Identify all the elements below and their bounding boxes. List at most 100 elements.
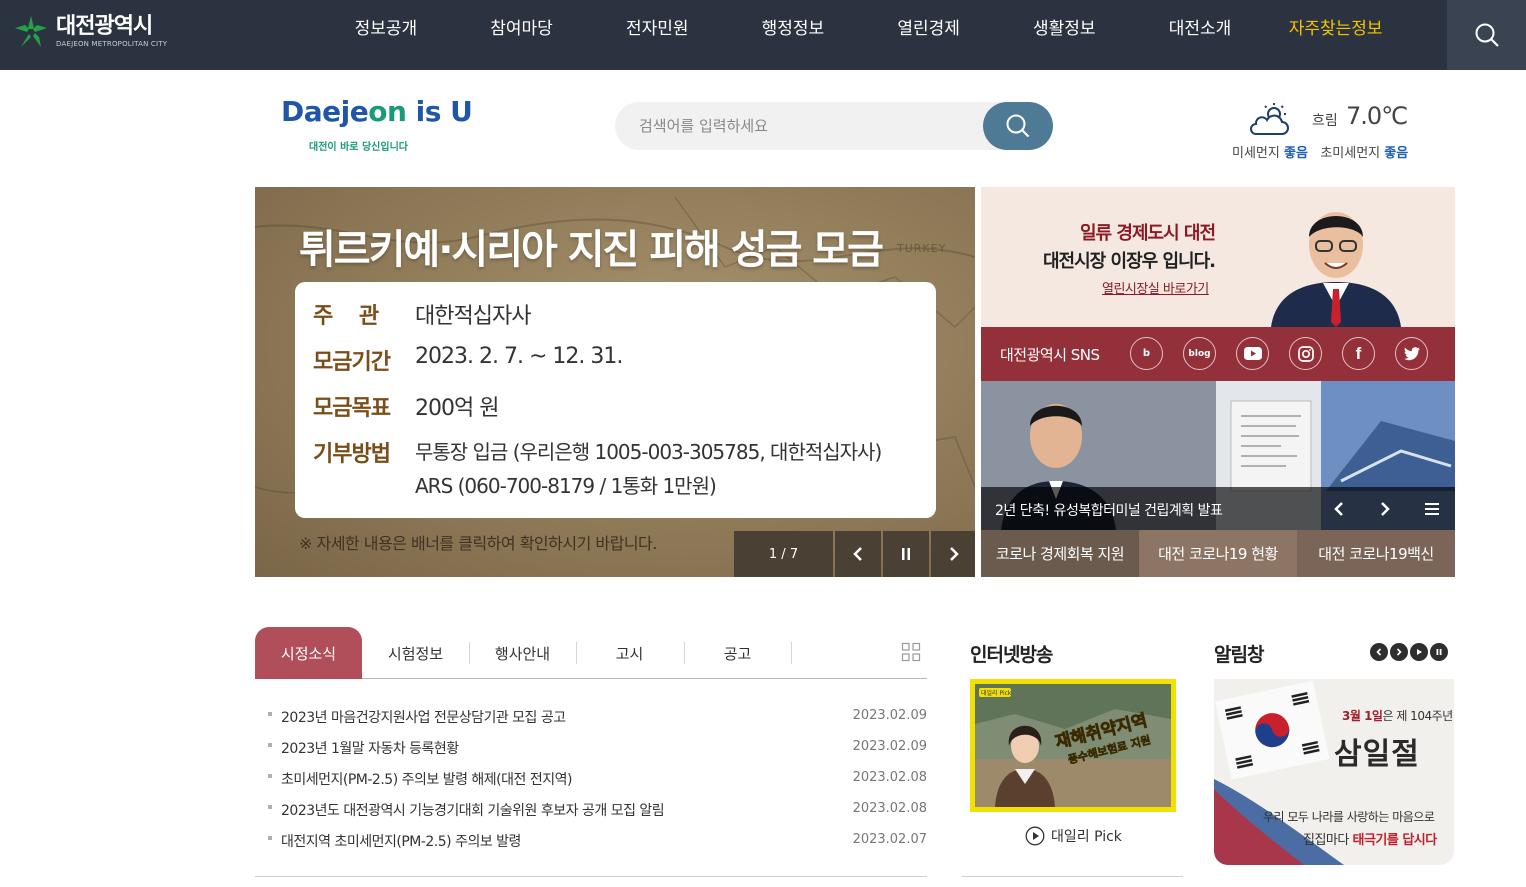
menu-e-civil-service[interactable]: 전자민원 <box>589 0 725 70</box>
top-search-button[interactable] <box>1447 0 1526 70</box>
search-button[interactable] <box>983 102 1053 150</box>
tab-public-notice[interactable]: 고시 <box>576 627 683 679</box>
mayor-greeting: 대전시장 이장우 입니다. <box>1043 251 1216 272</box>
tab-city-news[interactable]: 시정소식 <box>255 627 362 679</box>
alarm-play-button[interactable] <box>1410 643 1428 661</box>
pm25-value: 좋음 <box>1384 146 1409 161</box>
notice-title: 2023년도 대전광역시 기능경기대회 기술위원 후보자 공개 모집 알림 <box>281 803 665 819</box>
slogan-tagline: 대전이 바로 당신입니다 <box>309 142 408 153</box>
menu-participation[interactable]: 참여마당 <box>454 0 590 70</box>
pause-icon <box>902 548 910 560</box>
list-item[interactable]: 2023년 마음건강지원사업 전문상담기관 모집 공고 2023.02.09 <box>255 700 927 731</box>
divider <box>962 876 1183 877</box>
notice-tabs: 시정소식 시험정보 행사안내 고시 공고 <box>255 627 927 679</box>
alarm-card[interactable]: 3월 1일은 제 104주년 삼일절 우리 모두 나라를 사랑하는 마음으로 집… <box>1214 679 1454 865</box>
banner-next-button[interactable] <box>931 531 975 577</box>
menu-administration[interactable]: 행정정보 <box>725 0 861 70</box>
search-icon <box>1475 23 1499 47</box>
city-logo[interactable]: 대전광역시 DAEJEON METROPOLITAN CITY <box>14 12 167 52</box>
quick-link-covid-status[interactable]: 대전 코로나19 현황 <box>1139 530 1297 577</box>
tab-announcement[interactable]: 공고 <box>684 627 791 679</box>
youtube-icon[interactable] <box>1236 337 1269 370</box>
broadcast-section-title: 인터넷방송 <box>970 644 1053 666</box>
list-item[interactable]: 대전지역 초미세먼지(PM-2.5) 주의보 발령 2023.02.07 <box>255 824 927 855</box>
slogan-text: Daejeon is U <box>281 95 473 128</box>
news-caption-bar: 2년 단축! 유성복합터미널 건립계획 발표 <box>981 487 1455 530</box>
news-list-button[interactable] <box>1409 487 1455 530</box>
banner-counter: 1 / 7 <box>734 531 833 577</box>
broadcast-thumb-tag: 대일리 Pick <box>981 689 1012 697</box>
list-item[interactable]: 2023년 1월말 자동차 등록현황 2023.02.09 <box>255 731 927 762</box>
banner-prev-button[interactable] <box>835 531 881 577</box>
facebook-icon[interactable]: f <box>1342 337 1375 370</box>
alarm-headline: 삼일절 <box>1334 737 1420 772</box>
news-prev-button[interactable] <box>1316 487 1362 530</box>
menu-open-economy[interactable]: 열린경제 <box>861 0 997 70</box>
news-next-button[interactable] <box>1362 487 1408 530</box>
notice-list: 2023년 마음건강지원사업 전문상담기관 모집 공고 2023.02.09 2… <box>255 700 927 855</box>
search-input[interactable] <box>639 102 979 150</box>
instagram-icon[interactable] <box>1289 337 1322 370</box>
mayor-photo <box>1271 212 1401 327</box>
alarm-next-button[interactable] <box>1390 643 1408 661</box>
banner-map-label: TURKEY <box>897 242 947 255</box>
banner-title: 튀르키예·시리아 지진 피해 성금 모금 <box>299 227 884 273</box>
tab-exam-info[interactable]: 시험정보 <box>362 627 469 679</box>
brand-slogan[interactable]: Daejeon is U 대전이 바로 당신입니다 <box>281 95 473 158</box>
menu-about-daejeon[interactable]: 대전소개 <box>1132 0 1268 70</box>
quick-link-covid-vaccine[interactable]: 대전 코로나19백신 <box>1297 530 1455 577</box>
broadcast-caption[interactable]: 대일리 Pick <box>1025 826 1122 846</box>
alarm-controls <box>1370 643 1448 661</box>
menu-faq-info[interactable]: 자주찾는정보 <box>1268 0 1404 70</box>
city-name-english: DAEJEON METROPOLITAN CITY <box>56 40 168 48</box>
chevron-left-icon <box>1376 648 1382 656</box>
news-slider[interactable]: 2년 단축! 유성복합터미널 건립계획 발표 <box>981 381 1455 530</box>
more-grid-icon[interactable] <box>901 642 921 662</box>
pm10-value: 좋음 <box>1283 146 1308 161</box>
play-icon <box>1417 649 1422 655</box>
chevron-right-icon <box>1396 648 1402 656</box>
main-menu: 정보공개 참여마당 전자민원 행정정보 열린경제 생활정보 대전소개 자주찾는정… <box>318 0 1404 70</box>
quick-links: 코로나 경제회복 지원 대전 코로나19 현황 대전 코로나19백신 <box>981 530 1455 577</box>
main-banner[interactable]: 튀르키예·시리아 지진 피해 성금 모금 TURKEY 주 관 대한적십자사 모… <box>255 187 975 577</box>
alarm-line3: 우리 모두 나라를 사랑하는 마음으로 <box>1263 810 1435 824</box>
mayor-slogan: 일류 경제도시 대전 <box>1080 223 1216 244</box>
chevron-left-icon <box>1334 501 1343 516</box>
news-caption: 2년 단축! 유성복합터미널 건립계획 발표 <box>995 503 1223 519</box>
chevron-right-icon <box>950 547 959 561</box>
notice-title: 대전지역 초미세먼지(PM-2.5) 주의보 발령 <box>281 834 521 850</box>
quick-link-covid-economy[interactable]: 코로나 경제회복 지원 <box>981 530 1139 577</box>
b-icon[interactable]: b <box>1130 337 1163 370</box>
weather-temperature: 7.0℃ <box>1346 102 1408 130</box>
search-bar <box>615 102 1053 150</box>
alarm-pause-button[interactable] <box>1430 643 1448 661</box>
twitter-icon[interactable] <box>1395 337 1428 370</box>
notice-title: 초미세먼지(PM-2.5) 주의보 발령 해제(대전 전지역) <box>281 772 572 788</box>
broadcast-thumbnail[interactable]: 대일리 Pick 재해취약지역 풍수해보험료 지원 <box>970 679 1176 812</box>
menu-info-disclosure[interactable]: 정보공개 <box>318 0 454 70</box>
list-item[interactable]: 2023년도 대전광역시 기능경기대회 기술위원 후보자 공개 모집 알림 20… <box>255 793 927 824</box>
top-navigation-bar: 대전광역시 DAEJEON METROPOLITAN CITY 정보공개 참여마… <box>0 0 1526 70</box>
open-mayor-office-link[interactable]: 열린시장실 바로가기 <box>1102 278 1209 297</box>
tab-events[interactable]: 행사안내 <box>469 627 576 679</box>
sns-icons: b blog f <box>1130 337 1428 370</box>
alarm-line1: 3월 1일은 제 104주년 <box>1342 709 1453 723</box>
banner-info-card: 주 관 대한적십자사 모금기간 2023. 2. 7. ~ 12. 31. 모금… <box>295 282 936 518</box>
pm10-label: 미세먼지 <box>1232 146 1280 161</box>
alarm-prev-button[interactable] <box>1370 643 1388 661</box>
menu-living-info[interactable]: 생활정보 <box>996 0 1132 70</box>
banner-pause-button[interactable] <box>883 531 929 577</box>
air-quality: 미세먼지 좋음 초미세먼지 좋음 <box>1232 142 1408 161</box>
tab-divider <box>791 642 792 664</box>
mayor-box: 일류 경제도시 대전 대전시장 이장우 입니다. 열린시장실 바로가기 <box>981 187 1455 327</box>
city-emblem-icon <box>15 16 47 47</box>
weather-condition: 흐림 <box>1312 113 1338 129</box>
chevron-left-icon <box>853 547 862 561</box>
alarm-line4: 집집마다 태극기를 답시다 <box>1303 833 1437 848</box>
play-circle-icon <box>1025 826 1045 846</box>
blog-icon[interactable]: blog <box>1183 337 1216 370</box>
sns-bar: 대전광역시 SNS b blog f <box>981 327 1455 381</box>
sns-title: 대전광역시 SNS <box>1000 346 1100 364</box>
menu-icon <box>1425 502 1439 515</box>
list-item[interactable]: 초미세먼지(PM-2.5) 주의보 발령 해제(대전 전지역) 2023.02.… <box>255 762 927 793</box>
